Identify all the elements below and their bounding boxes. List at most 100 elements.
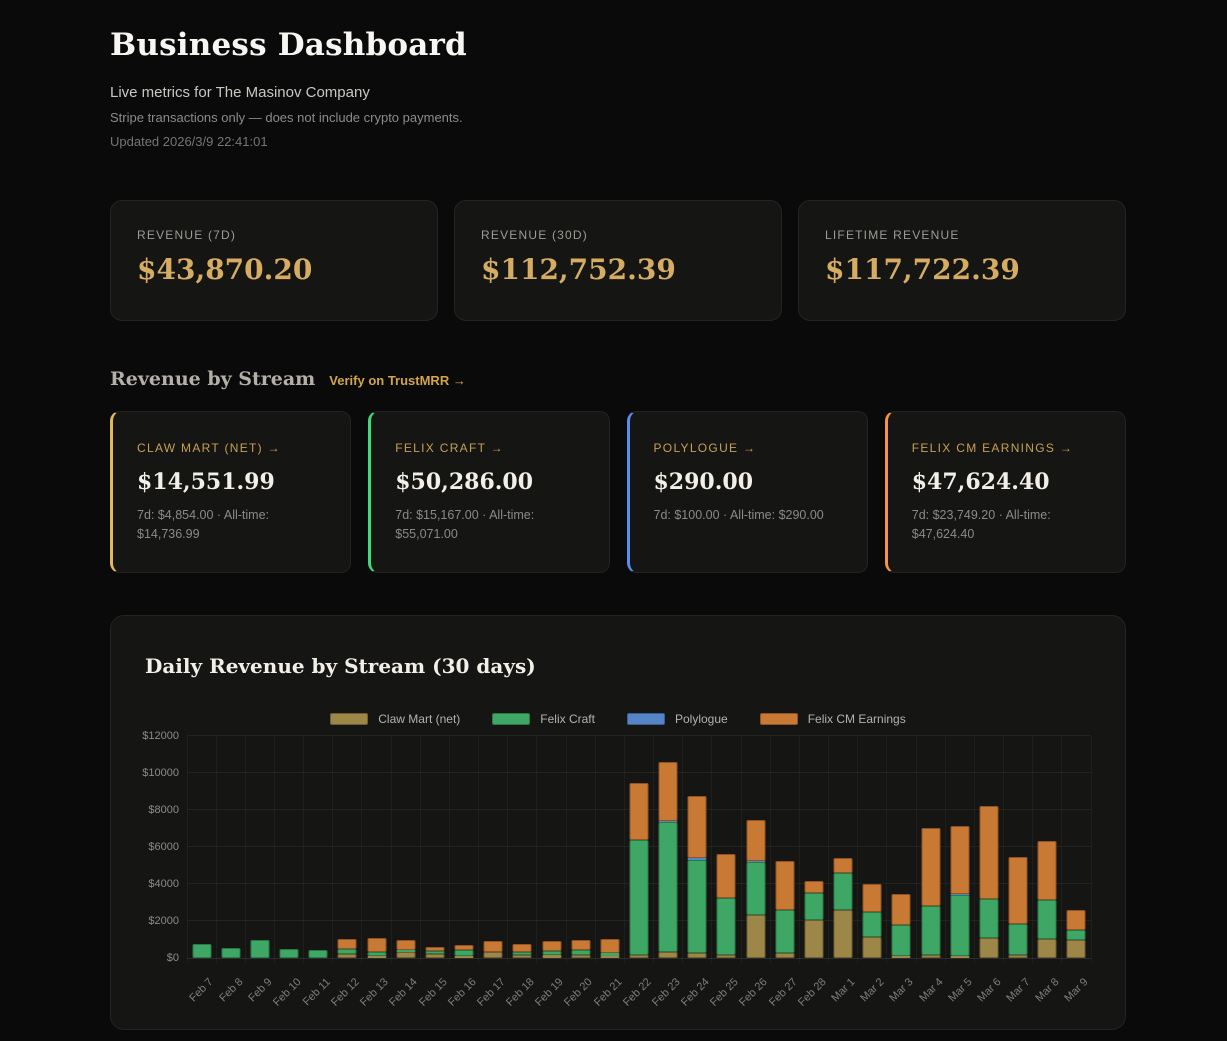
stream-detail: 7d: $4,854.00 · All-time: $14,736.99 [137, 506, 326, 545]
daily-revenue-chart-panel: Daily Revenue by Stream (30 days) Claw M… [110, 615, 1126, 1030]
bar-feb-10[interactable] [280, 949, 299, 958]
bar-feb-27[interactable] [775, 861, 794, 958]
bar-feb-13[interactable] [367, 938, 386, 958]
chart-title: Daily Revenue by Stream (30 days) [145, 654, 1091, 678]
bar-feb-20[interactable] [571, 940, 590, 958]
bar-segment [571, 955, 590, 958]
bar-feb-15[interactable] [425, 947, 444, 958]
legend-item[interactable]: Claw Mart (net) [330, 712, 460, 726]
bar-segment [717, 955, 736, 958]
v-gridline [770, 736, 771, 963]
bar-mar-2[interactable] [863, 884, 882, 958]
v-gridline [1032, 736, 1033, 963]
bar-feb-11[interactable] [309, 950, 328, 958]
bar-feb-24[interactable] [688, 796, 707, 958]
stream-value: $290.00 [654, 469, 843, 495]
stream-card-link[interactable]: FELIX CM EARNINGS → [912, 441, 1073, 455]
bar-feb-21[interactable] [600, 939, 619, 957]
bar-segment [455, 950, 474, 956]
bar-feb-28[interactable] [804, 881, 823, 958]
bar-segment [396, 940, 415, 950]
bar-feb-25[interactable] [717, 854, 736, 958]
stream-detail: 7d: $15,167.00 · All-time: $55,071.00 [395, 506, 584, 545]
stream-card-link[interactable]: POLYLOGUE → [654, 441, 757, 455]
metric-card-revenue-7d: REVENUE (7D) $43,870.20 [110, 200, 438, 321]
chart-legend: Claw Mart (net) Felix Craft Polylogue Felix… [145, 712, 1091, 726]
bar-mar-5[interactable] [950, 826, 969, 958]
legend-label: Polylogue [675, 712, 728, 726]
verify-trustmrr-link[interactable]: Verify on TrustMRR → [329, 373, 466, 388]
legend-item[interactable]: Polylogue [627, 712, 728, 726]
bar-mar-1[interactable] [834, 858, 853, 958]
bar-feb-9[interactable] [250, 940, 269, 958]
v-gridline [828, 736, 829, 963]
bar-feb-23[interactable] [659, 762, 678, 958]
v-gridline [332, 736, 333, 963]
streams-row: CLAW MART (NET) → $14,551.99 7d: $4,854.… [110, 411, 1126, 573]
bar-segment [571, 940, 590, 950]
x-axis-tick-label: Feb 14 [388, 976, 421, 1009]
bar-segment [659, 952, 678, 958]
bar-segment [1038, 900, 1057, 939]
bar-mar-8[interactable] [1038, 841, 1057, 958]
bar-segment [892, 894, 911, 925]
bar-segment [630, 955, 649, 958]
x-axis-tick-label: Feb 11 [301, 976, 333, 1008]
stream-card-link[interactable]: CLAW MART (NET) → [137, 441, 281, 455]
stream-card-claw-mart: CLAW MART (NET) → $14,551.99 7d: $4,854.… [110, 411, 351, 573]
legend-label: Claw Mart (net) [378, 712, 460, 726]
bar-feb-7[interactable] [192, 944, 211, 958]
bar-feb-12[interactable] [338, 939, 357, 958]
legend-item[interactable]: Felix CM Earnings [760, 712, 906, 726]
bar-mar-9[interactable] [1067, 910, 1086, 958]
metrics-row: REVENUE (7D) $43,870.20 REVENUE (30D) $1… [110, 200, 1126, 321]
stream-card-link[interactable]: FELIX CRAFT → [395, 441, 504, 455]
bar-segment [892, 925, 911, 956]
bar-feb-8[interactable] [221, 948, 240, 958]
bar-feb-14[interactable] [396, 940, 415, 958]
stream-card-felix-cm-earnings: FELIX CM EARNINGS → $47,624.40 7d: $23,7… [885, 411, 1126, 573]
metric-label: REVENUE (30D) [481, 228, 755, 242]
y-axis: $0$2000$4000$6000$8000$10000$12000 [145, 736, 187, 958]
y-axis-tick-label: $12000 [142, 730, 179, 742]
bar-mar-4[interactable] [921, 828, 940, 958]
v-gridline [274, 736, 275, 963]
x-axis-tick-label: Feb 12 [329, 976, 362, 1009]
metric-value: $43,870.20 [137, 253, 411, 286]
bar-feb-19[interactable] [542, 941, 561, 958]
bar-mar-7[interactable] [1009, 857, 1028, 958]
updated-timestamp: Updated 2026/3/9 22:41:01 [110, 134, 1126, 149]
legend-item[interactable]: Felix Craft [492, 712, 595, 726]
h-gridline [187, 958, 1091, 959]
legend-swatch-icon [330, 713, 368, 725]
stream-detail: 7d: $100.00 · All-time: $290.00 [654, 506, 843, 525]
bar-segment [979, 806, 998, 898]
bar-segment [1009, 857, 1028, 924]
x-axis-tick-label: Feb 25 [708, 976, 741, 1009]
v-gridline [974, 736, 975, 963]
bar-mar-6[interactable] [979, 806, 998, 957]
bar-segment [659, 822, 678, 952]
bar-segment [513, 944, 532, 952]
bar-feb-17[interactable] [484, 941, 503, 958]
chart-plot: $0$2000$4000$6000$8000$10000$12000 [145, 736, 1091, 958]
bar-feb-22[interactable] [630, 783, 649, 958]
bar-segment [600, 956, 619, 958]
y-axis-tick-label: $8000 [148, 804, 179, 816]
v-gridline [624, 736, 625, 963]
bar-segment [1038, 939, 1057, 958]
dashboard-page: Business Dashboard Live metrics for The … [110, 0, 1126, 1030]
bar-mar-3[interactable] [892, 894, 911, 958]
bar-feb-18[interactable] [513, 944, 532, 958]
x-axis-tick-label: Feb 7 [188, 976, 216, 1004]
legend-label: Felix Craft [540, 712, 595, 726]
v-gridline [216, 736, 217, 963]
x-axis-tick-label: Mar 3 [888, 976, 916, 1004]
v-gridline [1061, 736, 1062, 963]
bar-feb-26[interactable] [746, 820, 765, 957]
v-gridline [857, 736, 858, 963]
metric-value: $117,722.39 [825, 253, 1099, 286]
x-axis-tick-label: Feb 24 [679, 976, 712, 1009]
bar-segment [746, 820, 765, 860]
bar-feb-16[interactable] [455, 945, 474, 958]
